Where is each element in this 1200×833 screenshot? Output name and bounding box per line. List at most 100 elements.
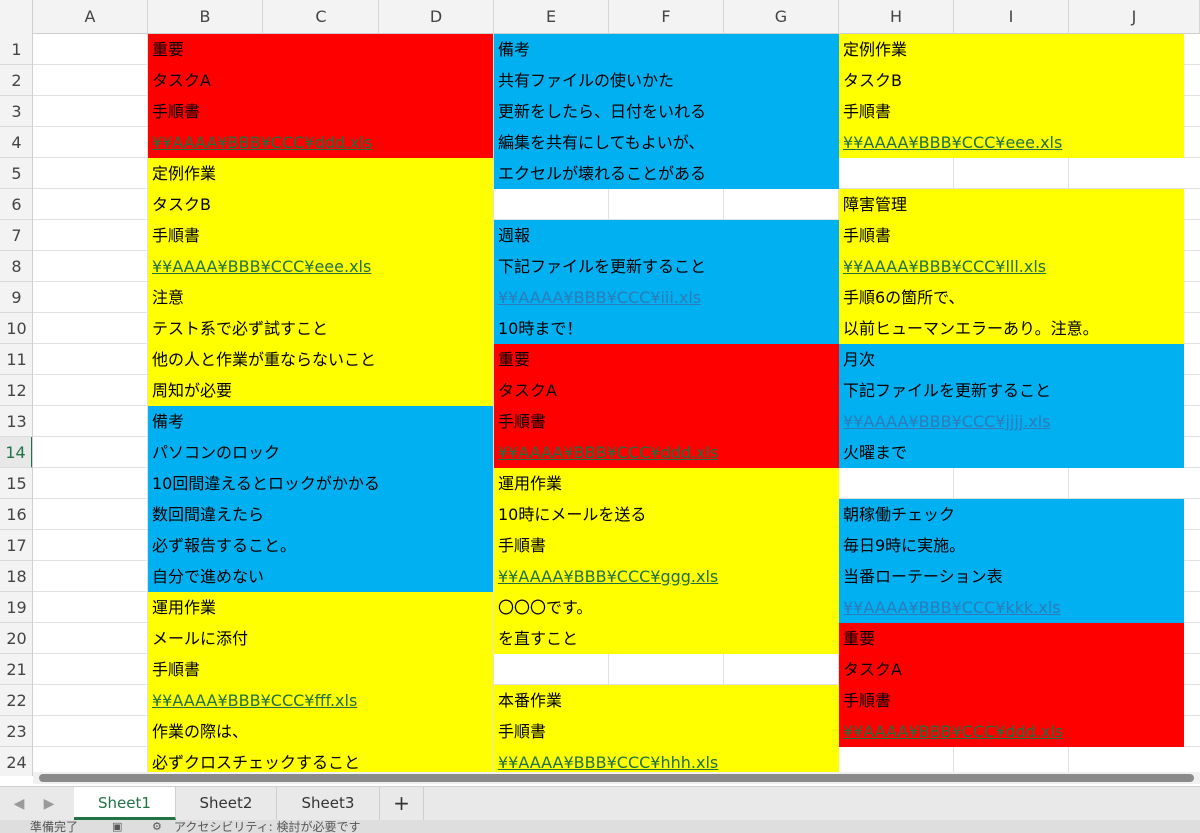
column-header-h[interactable]: H bbox=[839, 0, 954, 34]
cell-e9[interactable]: ¥¥AAAA¥BBB¥CCC¥iii.xls bbox=[494, 282, 701, 313]
row-header-18[interactable]: 18 bbox=[0, 561, 32, 592]
row-header-11[interactable]: 11 bbox=[0, 344, 32, 375]
cell-b6[interactable]: タスクB bbox=[148, 189, 211, 220]
cell-h17[interactable]: 毎日9時に実施。 bbox=[839, 530, 965, 561]
cell-b23[interactable]: 作業の際は、 bbox=[148, 716, 248, 747]
cell-h3[interactable]: 手順書 bbox=[839, 96, 891, 127]
cell-e17[interactable]: 手順書 bbox=[494, 530, 546, 561]
select-all-corner[interactable] bbox=[0, 0, 33, 34]
column-header-i[interactable]: I bbox=[954, 0, 1069, 34]
cell-e3[interactable]: 更新をしたら、日付をいれる bbox=[494, 96, 706, 127]
row-header-21[interactable]: 21 bbox=[0, 654, 32, 685]
cell-e15[interactable]: 運用作業 bbox=[494, 468, 562, 499]
row-header-5[interactable]: 5 bbox=[0, 158, 32, 189]
row-header-17[interactable]: 17 bbox=[0, 530, 32, 561]
cell-e8[interactable]: 下記ファイルを更新すること bbox=[494, 251, 706, 282]
row-header-12[interactable]: 12 bbox=[0, 375, 32, 406]
column-header-e[interactable]: E bbox=[494, 0, 609, 34]
cell-h11[interactable]: 月次 bbox=[839, 344, 875, 375]
cell-b5[interactable]: 定例作業 bbox=[148, 158, 216, 189]
cell-e7[interactable]: 週報 bbox=[494, 220, 530, 251]
cell-e11[interactable]: 重要 bbox=[494, 344, 530, 375]
cell-b14[interactable]: パソコンのロック bbox=[148, 437, 280, 468]
cell-b7[interactable]: 手順書 bbox=[148, 220, 200, 251]
cell-h4[interactable]: ¥¥AAAA¥BBB¥CCC¥eee.xls bbox=[839, 127, 1062, 158]
cell-e22[interactable]: 本番作業 bbox=[494, 685, 562, 716]
row-header-9[interactable]: 9 bbox=[0, 282, 32, 313]
row-header-6[interactable]: 6 bbox=[0, 189, 32, 220]
cell-b9[interactable]: 注意 bbox=[148, 282, 184, 313]
row-header-10[interactable]: 10 bbox=[0, 313, 32, 344]
accessibility-icon[interactable]: ⚙ bbox=[152, 820, 162, 833]
column-header-j[interactable]: J bbox=[1069, 0, 1200, 34]
cell-h22[interactable]: 手順書 bbox=[839, 685, 891, 716]
cell-e2[interactable]: 共有ファイルの使いかた bbox=[494, 65, 674, 96]
tab-sheet3[interactable]: Sheet3 bbox=[277, 787, 380, 820]
cell-b19[interactable]: 運用作業 bbox=[148, 592, 216, 623]
cell-grid[interactable]: 重要 タスクA 手順書 ¥¥AAAA¥BBB¥CCC¥ddd.xls 定例作業 タスクB 手… bbox=[33, 34, 1200, 776]
row-header-13[interactable]: 13 bbox=[0, 406, 32, 437]
row-header-19[interactable]: 19 bbox=[0, 592, 32, 623]
cell-e5[interactable]: エクセルが壊れることがある bbox=[494, 158, 706, 189]
macro-record-icon[interactable]: ▣ bbox=[112, 820, 122, 833]
row-header-4[interactable]: 4 bbox=[0, 127, 32, 158]
cell-b17[interactable]: 必ず報告すること。 bbox=[148, 530, 296, 561]
row-header-7[interactable]: 7 bbox=[0, 220, 32, 251]
cell-h8[interactable]: ¥¥AAAA¥BBB¥CCC¥lll.xls bbox=[839, 251, 1046, 282]
column-header-c[interactable]: C bbox=[264, 0, 379, 34]
cell-b13[interactable]: 備考 bbox=[148, 406, 184, 437]
cell-h21[interactable]: タスクA bbox=[839, 654, 902, 685]
row-header-2[interactable]: 2 bbox=[0, 65, 32, 96]
cell-h19[interactable]: ¥¥AAAA¥BBB¥CCC¥kkk.xls bbox=[839, 592, 1061, 623]
cell-b20[interactable]: メールに添付 bbox=[148, 623, 248, 654]
cell-e1[interactable]: 備考 bbox=[494, 34, 530, 65]
cell-h16[interactable]: 朝稼働チェック bbox=[839, 499, 955, 530]
cell-h20[interactable]: 重要 bbox=[839, 623, 875, 654]
cell-b4[interactable]: ¥¥AAAA¥BBB¥CCC¥ddd.xls bbox=[148, 127, 372, 158]
cell-b3[interactable]: 手順書 bbox=[148, 96, 200, 127]
cell-h9[interactable]: 手順6の箇所で、 bbox=[839, 282, 965, 313]
cell-e12[interactable]: タスクA bbox=[494, 375, 557, 406]
cell-e18[interactable]: ¥¥AAAA¥BBB¥CCC¥ggg.xls bbox=[494, 561, 718, 592]
cell-b22[interactable]: ¥¥AAAA¥BBB¥CCC¥fff.xls bbox=[148, 685, 357, 716]
scrollbar-thumb[interactable] bbox=[39, 774, 1194, 782]
tab-sheet2[interactable]: Sheet2 bbox=[176, 787, 277, 820]
row-header-20[interactable]: 20 bbox=[0, 623, 32, 654]
column-header-f[interactable]: F bbox=[609, 0, 724, 34]
cell-b8[interactable]: ¥¥AAAA¥BBB¥CCC¥eee.xls bbox=[148, 251, 371, 282]
column-header-b[interactable]: B bbox=[148, 0, 263, 34]
cell-e23[interactable]: 手順書 bbox=[494, 716, 546, 747]
cell-e16[interactable]: 10時にメールを送る bbox=[494, 499, 646, 530]
column-header-g[interactable]: G bbox=[724, 0, 839, 34]
row-header-3[interactable]: 3 bbox=[0, 96, 32, 127]
row-header-23[interactable]: 23 bbox=[0, 716, 32, 747]
add-sheet-button[interactable]: + bbox=[380, 787, 424, 820]
cell-b21[interactable]: 手順書 bbox=[148, 654, 200, 685]
prev-sheet-icon[interactable]: ◀ bbox=[12, 796, 26, 812]
horizontal-scrollbar[interactable] bbox=[33, 772, 1200, 784]
cell-b2[interactable]: タスクA bbox=[148, 65, 211, 96]
cell-h10[interactable]: 以前ヒューマンエラーあり。注意。 bbox=[839, 313, 1099, 344]
cell-b18[interactable]: 自分で進めない bbox=[148, 561, 264, 592]
row-header-22[interactable]: 22 bbox=[0, 685, 32, 716]
cell-h7[interactable]: 手順書 bbox=[839, 220, 891, 251]
cell-h2[interactable]: タスクB bbox=[839, 65, 902, 96]
cell-h14[interactable]: 火曜まで bbox=[839, 437, 907, 468]
cell-h23[interactable]: ¥¥AAAA¥BBB¥CCC¥ddd.xls bbox=[839, 716, 1063, 747]
cell-b16[interactable]: 数回間違えたら bbox=[148, 499, 264, 530]
cell-e10[interactable]: 10時まで！ bbox=[494, 313, 582, 344]
row-header-16[interactable]: 16 bbox=[0, 499, 32, 530]
cell-h13[interactable]: ¥¥AAAA¥BBB¥CCC¥jjjj.xls bbox=[839, 406, 1051, 437]
cell-h1[interactable]: 定例作業 bbox=[839, 34, 907, 65]
status-accessibility[interactable]: アクセシビリティ: 検討が必要です bbox=[174, 820, 361, 833]
row-header-24[interactable]: 24 bbox=[0, 747, 32, 776]
cell-e20[interactable]: を直すこと bbox=[494, 623, 578, 654]
cell-b12[interactable]: 周知が必要 bbox=[148, 375, 232, 406]
cell-b1[interactable]: 重要 bbox=[148, 34, 184, 65]
cell-h6[interactable]: 障害管理 bbox=[839, 189, 907, 220]
next-sheet-icon[interactable]: ▶ bbox=[42, 796, 56, 812]
cell-b15[interactable]: 10回間違えるとロックがかかる bbox=[148, 468, 380, 499]
cell-b11[interactable]: 他の人と作業が重ならないこと bbox=[148, 344, 376, 375]
cell-e19[interactable]: 〇〇〇です。 bbox=[494, 592, 592, 623]
cell-b10[interactable]: テスト系で必ず試すこと bbox=[148, 313, 328, 344]
